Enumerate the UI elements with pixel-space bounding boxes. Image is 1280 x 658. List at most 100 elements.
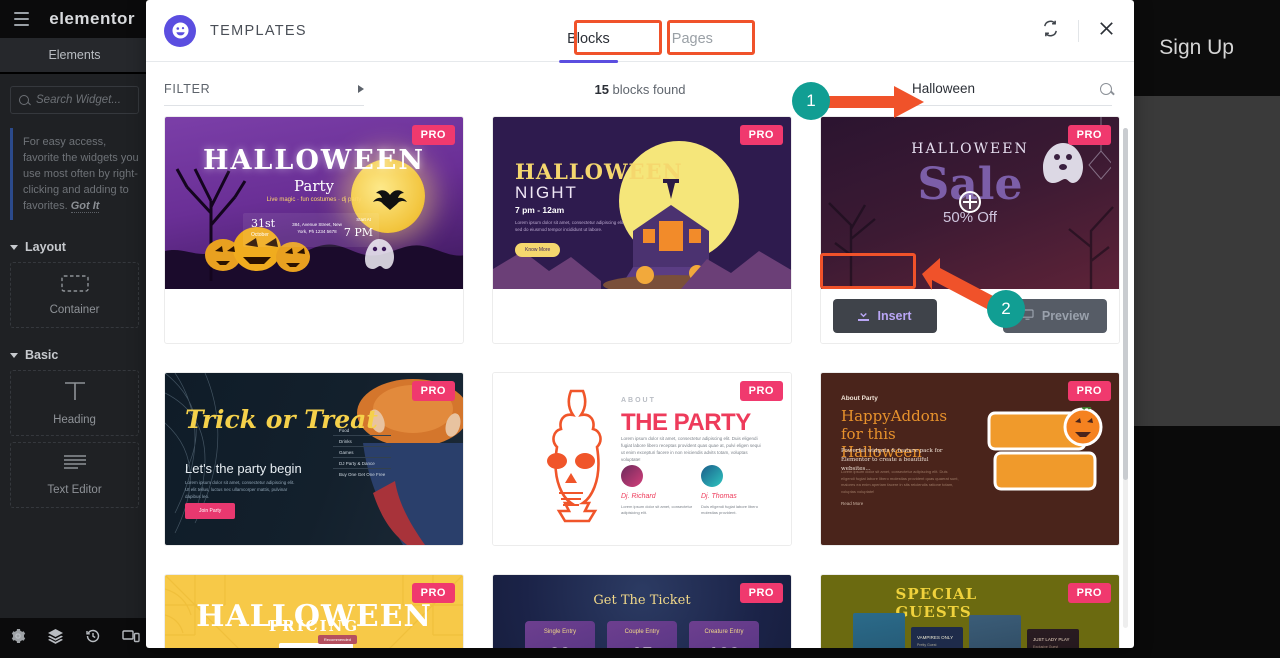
thumb-title: HALLOWEEN [202, 145, 426, 176]
hamburger-menu-icon[interactable] [14, 12, 30, 26]
annotation-step-1: 1 [792, 82, 830, 120]
tier-badge: Recommended [317, 635, 357, 644]
pro-badge: PRO [739, 381, 783, 401]
templates-grid-wrapper: HALLOWEEN Party Live magic · fun costume… [146, 116, 1134, 648]
preview-button-label: Preview [1041, 309, 1090, 323]
thumb-dj-1: Dj. Richard Lorem ipsum dolor sit amet, … [621, 465, 693, 515]
guest-role: Pretty Guest [917, 643, 937, 647]
guest-card: JUST LADY PLAY Exclusive Guest [1027, 629, 1079, 648]
template-thumbnail[interactable]: Get The Ticket Single Entry 39 Single En… [493, 575, 791, 648]
thumb-info-bar: 31st October 384, Avenue Street, New Yor… [243, 213, 379, 247]
close-icon[interactable] [1097, 19, 1116, 43]
pro-badge: PRO [411, 125, 455, 145]
template-thumbnail[interactable]: HALLOWEEN NIGHT 7 pm - 12am Lorem ipsum … [493, 117, 791, 289]
modal-tabs: Blocks Pages [541, 0, 739, 63]
grid-scrollbar-thumb[interactable] [1123, 128, 1128, 480]
triangle-right-icon [358, 84, 364, 93]
guest-card [853, 613, 905, 648]
list-item: Food [333, 425, 391, 436]
template-thumbnail[interactable]: HALLOWEEN Party Live magic · fun costume… [165, 117, 463, 289]
guest-role: Exclusive Guest [1033, 645, 1059, 648]
insert-button[interactable]: Insert [833, 299, 937, 333]
results-count: 15 blocks found [594, 82, 685, 97]
panel-tab-elements[interactable]: Elements [0, 38, 149, 74]
templates-grid: HALLOWEEN Party Live magic · fun costume… [164, 116, 1120, 648]
thumb-dj-2: Dj. Thomas Duis eligendi fugiat labore l… [701, 465, 773, 515]
thumb-dj-2-body: Duis eligendi fugiat labore libero moles… [701, 504, 758, 515]
ticket-card: Creature Entry 139 Single Entry Only One… [689, 621, 759, 648]
list-item: Drinks [333, 436, 391, 447]
search-input[interactable]: Halloween [912, 72, 1112, 106]
elementor-logo: elementor [49, 9, 135, 28]
guest-name: JUST LADY PLAY [1033, 637, 1070, 642]
thumb-body: Lorem ipsum dolor sit amet, consectetur … [621, 436, 761, 462]
template-thumbnail[interactable]: HALLOWEEN PRICING BASIC 99 Recommended S… [165, 575, 463, 648]
container-icon [60, 274, 89, 295]
thumb-time: 7 pm - 12am [515, 205, 565, 215]
thumb-subtitle: Let's the party begin [185, 461, 302, 476]
thumb-dj-1-body: Lorem ipsum dolor sit amet, consectetur … [621, 504, 693, 515]
annotation-step-1-number: 1 [806, 91, 816, 110]
modal-title: TEMPLATES [210, 22, 307, 39]
template-thumbnail[interactable]: SPECIAL GUESTS VAMPIRES ONLY Pretty Gues… [821, 575, 1119, 648]
template-card[interactable]: Trick or Treat Let's the party begin Lor… [164, 372, 464, 546]
template-thumbnail[interactable]: Trick or Treat Let's the party begin Lor… [165, 373, 463, 545]
pro-badge: PRO [411, 583, 455, 603]
chevron-down-icon [10, 352, 18, 358]
template-thumbnail[interactable]: HALLOWEEN Sale 50% Off PRO [821, 117, 1119, 289]
template-card[interactable]: Get The Ticket Single Entry 39 Single En… [492, 574, 792, 648]
template-card[interactable]: ABOUT THE PARTY Lorem ipsum dolor sit am… [492, 372, 792, 546]
panel-section-basic[interactable]: Basic [10, 348, 139, 362]
site-nav-signup: Sign Up [1159, 36, 1234, 59]
tab-pages[interactable]: Pages [646, 25, 739, 53]
ticket-label: Single Entry [543, 629, 577, 635]
modal-header: TEMPLATES Blocks Pages [146, 0, 1134, 63]
responsive-mode-icon[interactable] [121, 629, 140, 648]
thumb-month: October [251, 232, 269, 238]
template-card[interactable]: HALLOWEEN Sale 50% Off PRO Insert Previe… [820, 116, 1120, 344]
filter-dropdown[interactable]: FILTER [164, 72, 364, 106]
search-input-value: Halloween [912, 81, 976, 96]
thumb-dj-2-name: Dj. Thomas [701, 493, 737, 500]
text-editor-icon [62, 454, 88, 475]
ticket-price: 65 [607, 645, 677, 648]
template-thumbnail[interactable]: About Party HappyAddons for this Hallowe… [821, 373, 1119, 545]
tab-blocks[interactable]: Blocks [541, 25, 636, 63]
thumb-overlay-title: PRICING [268, 617, 360, 635]
thumb-body: Lorem ipsum dolor sit amet, consectetur … [841, 469, 959, 494]
template-card[interactable]: HALLOWEEN PRICING BASIC 99 Recommended S… [164, 574, 464, 648]
template-thumbnail[interactable]: ABOUT THE PARTY Lorem ipsum dolor sit am… [493, 373, 791, 545]
templates-modal: TEMPLATES Blocks Pages FILTER 15 blocks … [146, 0, 1134, 648]
history-icon[interactable] [85, 628, 101, 649]
search-icon [1100, 82, 1112, 95]
template-card[interactable]: HALLOWEEN NIGHT 7 pm - 12am Lorem ipsum … [492, 116, 792, 344]
widget-container[interactable]: Container [10, 262, 139, 328]
navigator-layers-icon[interactable] [47, 628, 64, 649]
panel-topbar: elementor [0, 0, 149, 38]
favorites-notice-link[interactable]: Got It [70, 200, 100, 213]
template-card[interactable]: HALLOWEEN Party Live magic · fun costume… [164, 116, 464, 344]
template-card[interactable]: SPECIAL GUESTS VAMPIRES ONLY Pretty Gues… [820, 574, 1120, 648]
template-card[interactable]: About Party HappyAddons for this Hallowe… [820, 372, 1120, 546]
widget-search-input[interactable]: Search Widget... [10, 86, 139, 114]
settings-gear-icon[interactable] [10, 628, 26, 649]
widget-text-editor[interactable]: Text Editor [10, 442, 139, 508]
thumb-time: 7 PM [343, 226, 373, 239]
results-count-suffix: blocks found [608, 81, 686, 97]
panel-section-layout[interactable]: Layout [10, 240, 139, 254]
thumb-button: Know More [515, 243, 561, 257]
widget-container-label: Container [49, 303, 100, 316]
panel-section-layout-label: Layout [25, 240, 66, 254]
panel-footer [0, 618, 150, 658]
thumb-eyebrow: About Party [841, 395, 878, 402]
happy-addons-logo-icon [164, 14, 196, 47]
list-item: DJ Party & Dance [333, 458, 391, 469]
pro-badge: PRO [739, 583, 783, 603]
sync-library-icon[interactable] [1041, 19, 1060, 43]
thumb-link: Read More [841, 501, 864, 506]
thumb-body: Lorem ipsum dolor sit amet, consectetur … [515, 220, 625, 232]
thumb-dj-1-name: Dj. Richard [621, 493, 656, 500]
pro-badge: PRO [1067, 583, 1111, 603]
annotation-step-2-number: 2 [1001, 299, 1011, 318]
widget-heading[interactable]: Heading [10, 370, 139, 436]
